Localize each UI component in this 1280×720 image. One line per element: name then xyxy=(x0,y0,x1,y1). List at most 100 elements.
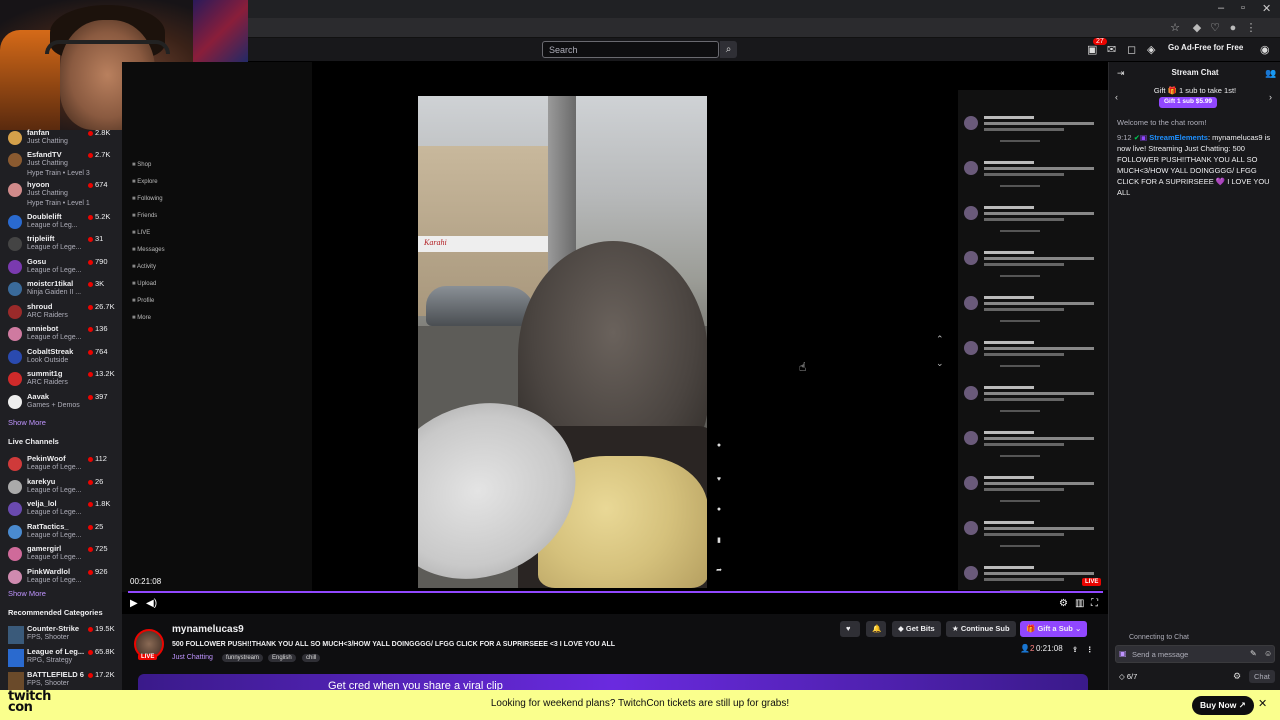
continue-sub-button[interactable]: ★ Continue Sub xyxy=(946,621,1016,637)
follow-heart-icon[interactable]: ♥ xyxy=(840,621,860,637)
video-player[interactable]: Shop Explore Following Friends LIVE Messages A… xyxy=(122,62,1108,614)
volume-icon[interactable]: ◀) xyxy=(146,598,157,609)
notify-bell-icon[interactable]: 🔔 xyxy=(866,621,886,637)
chat-send-button[interactable]: Chat xyxy=(1249,670,1275,683)
viewer-count: 17.2K xyxy=(95,670,115,679)
tiktok-menu-item: Activity xyxy=(132,264,156,270)
menu-dots-icon[interactable]: ⋮ xyxy=(1244,21,1258,35)
progress-bar[interactable] xyxy=(128,591,1103,593)
go-ad-free-button[interactable]: Go Ad-Free for Free xyxy=(1168,43,1243,52)
show-more-live[interactable]: Show More xyxy=(8,589,46,598)
emote-icon[interactable]: ☺ xyxy=(1264,649,1272,658)
bookmark-star-icon[interactable]: ☆ xyxy=(1168,21,1182,35)
sidebar-channel-summit1g[interactable]: summit1g ARC Raiders 13.2K xyxy=(6,369,122,391)
search-icon[interactable]: ⌕ xyxy=(720,41,737,58)
sidebar-channel-cobaltstreak[interactable]: CobaltStreak Look Outside 764 xyxy=(6,347,122,369)
settings-icon[interactable]: ⚙ xyxy=(1059,598,1068,609)
show-more-followed[interactable]: Show More xyxy=(8,418,46,427)
viewer-count: 397 xyxy=(95,392,108,401)
profile-icon[interactable]: ● xyxy=(1226,21,1240,35)
sidebar-category-0[interactable]: Counter-Strike FPS, Shooter 19.5K xyxy=(6,624,122,646)
tiktok-comment xyxy=(962,519,1102,559)
chat-settings-icon[interactable]: ⚙ xyxy=(1233,671,1241,682)
notification-badge: 27 xyxy=(1093,38,1107,45)
category-tags: RPG, Strategy xyxy=(27,657,73,664)
scroll-up-icon: ⌃ xyxy=(936,334,944,344)
category-name: BATTLEFIELD 6 xyxy=(27,670,84,679)
live-badge: LIVE xyxy=(1082,578,1102,586)
heart-extension-icon[interactable]: ♡ xyxy=(1208,21,1222,35)
channel-avatar xyxy=(8,237,22,251)
category-tags: FPS, Shooter xyxy=(27,680,70,687)
sidebar-live-velja_lol[interactable]: velja_lol League of Lege... 1.8K xyxy=(6,499,122,521)
live-tag: LIVE xyxy=(138,654,158,660)
tiktok-comment xyxy=(962,159,1102,199)
game-link[interactable]: Just Chatting xyxy=(172,654,213,661)
channel-name: karekyu xyxy=(27,476,56,486)
category-name: League of Leg... xyxy=(27,647,85,656)
chat-input[interactable]: Send a message ▣ ✎ ☺ xyxy=(1115,645,1275,663)
connecting-status: Connecting to Chat xyxy=(1129,634,1189,641)
channel-avatar xyxy=(8,372,22,386)
channel-game: ARC Raiders xyxy=(27,379,68,386)
maximize-icon[interactable]: ▫ xyxy=(1241,2,1245,14)
sidebar-channel-gosu[interactable]: Gosu League of Lege... 790 xyxy=(6,257,122,279)
channel-name: fanfan xyxy=(27,128,50,137)
crown-icon[interactable]: ◈ xyxy=(1147,43,1155,56)
sidebar-channel-fanfan[interactable]: fanfan Just Chatting 2.8K xyxy=(6,128,122,150)
sidebar-channel-moistcr1tikal[interactable]: moistcr1tikal Ninja Gaiden II ... 3K xyxy=(6,279,122,301)
sidebar-live-karekyu[interactable]: karekyu League of Lege... 26 xyxy=(6,477,122,499)
clip-promo-banner[interactable]: Get cred when you share a viral clip xyxy=(138,674,1088,690)
gift-sub-button[interactable]: 🎁 Gift a Sub ⌄ xyxy=(1020,621,1088,637)
buy-now-button[interactable]: Buy Now ↗ xyxy=(1192,696,1254,715)
chevron-right-icon[interactable]: › xyxy=(1269,92,1272,102)
live-dot-icon xyxy=(88,131,93,136)
tiktok-comment xyxy=(962,384,1102,424)
sidebar-channel-hyoon[interactable]: hyoon Just Chatting 674 Hype Train • Level … xyxy=(6,180,122,207)
theatre-mode-icon[interactable]: ▥ xyxy=(1075,598,1084,609)
channel-game: Look Outside xyxy=(27,357,69,364)
extension-icon[interactable]: ◆ xyxy=(1190,21,1204,35)
tag-english[interactable]: English xyxy=(268,654,296,662)
viewer-count: 19.5K xyxy=(95,624,115,633)
streamer-name[interactable]: mynamelucas9 xyxy=(172,624,244,635)
play-icon[interactable]: ▶ xyxy=(130,598,138,609)
channel-game: League of Lege... xyxy=(27,244,82,251)
tag-chill[interactable]: chill xyxy=(302,654,321,662)
channel-name: moistcr1tikal xyxy=(27,279,74,288)
live-dot-icon xyxy=(88,183,93,188)
sidebar-live-gamergirl[interactable]: gamergirl League of Lege... 725 xyxy=(6,544,122,566)
live-dot-icon xyxy=(88,650,93,655)
bits-icon[interactable]: ✎ xyxy=(1250,649,1257,658)
chat-users-icon[interactable]: 👥 xyxy=(1265,68,1276,79)
tiktok-sidebar: Shop Explore Following Friends LIVE Messages A… xyxy=(122,62,312,592)
close-banner-icon[interactable]: ✕ xyxy=(1258,697,1267,710)
minimize-icon[interactable]: – xyxy=(1218,2,1224,14)
player-controls: ▶ ◀) ⚙ ▥ ⛶ xyxy=(122,595,1108,614)
whispers-icon[interactable]: ◻ xyxy=(1127,43,1136,56)
sidebar-live-pinkwardlol[interactable]: PinkWardlol League of Lege... 926 xyxy=(6,567,122,589)
sidebar-live-rattactics_[interactable]: RatTactics_ League of Lege... 25 xyxy=(6,522,122,544)
channel-points-icon[interactable]: ▣ xyxy=(1119,649,1127,658)
tiktok-comment xyxy=(962,204,1102,244)
search-input[interactable]: Search xyxy=(542,41,719,58)
sidebar-channel-anniebot[interactable]: anniebot League of Lege... 136 xyxy=(6,324,122,346)
chat-message: 9:12 ✔▣ StreamElements: mynamelucas9 is … xyxy=(1117,133,1271,197)
get-bits-button[interactable]: ◆ Get Bits xyxy=(892,621,941,637)
user-avatar-icon[interactable]: ◉ xyxy=(1260,43,1270,56)
channel-avatar xyxy=(8,479,22,494)
fullscreen-icon[interactable]: ⛶ xyxy=(1091,598,1098,609)
sidebar-channel-shroud[interactable]: shroud ARC Raiders 26.7K xyxy=(6,302,122,324)
inbox-icon[interactable]: ✉ xyxy=(1107,43,1116,56)
sidebar-channel-aavak[interactable]: Aavak Games + Demos 397 xyxy=(6,392,122,414)
tag-funnystream[interactable]: funnystream xyxy=(222,654,264,662)
sidebar-channel-tripleiift[interactable]: tripleiift League of Lege... 31 xyxy=(6,234,122,256)
more-options-icon[interactable]: ⋮ xyxy=(1080,642,1100,658)
sidebar-channel-doublelift[interactable]: Doublelift League of Leg... 5.2K xyxy=(6,212,122,234)
close-window-icon[interactable]: ✕ xyxy=(1262,2,1271,15)
sidebar-channel-esfandtv[interactable]: EsfandTV Just Chatting 2.7K Hype Train • Le… xyxy=(6,150,122,177)
sidebar-live-pekinwoof[interactable]: PekinWoof League of Lege... 112 xyxy=(6,454,122,476)
category-box-art xyxy=(8,672,24,690)
sidebar-category-1[interactable]: League of Leg... RPG, Strategy 65.8K xyxy=(6,647,122,669)
gift-one-sub-button[interactable]: Gift 1 sub $5.99 xyxy=(1159,97,1218,108)
